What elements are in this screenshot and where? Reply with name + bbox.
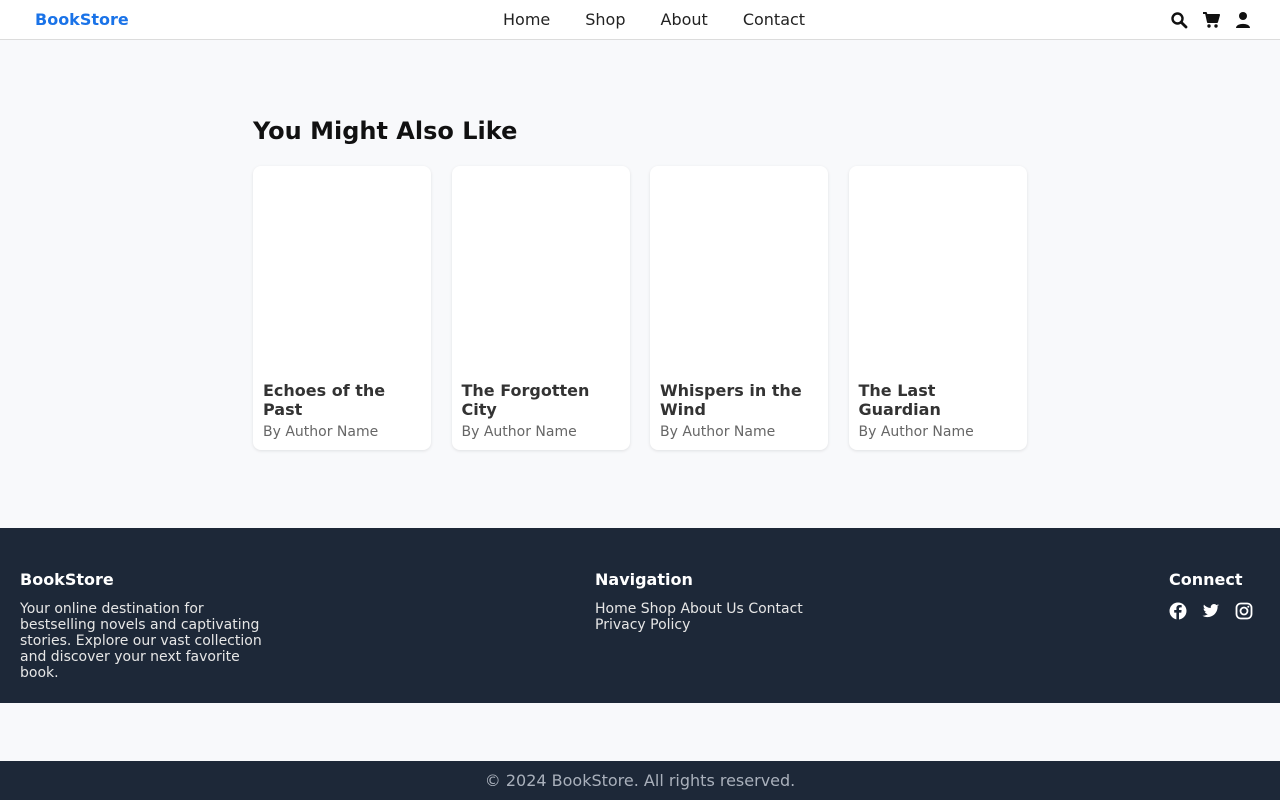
book-card[interactable]: The Last Guardian By Author Name [848, 166, 1027, 450]
book-author: By Author Name [858, 424, 974, 440]
main-nav: Home Shop About Contact [503, 10, 805, 29]
site-header: BookStore Home Shop About Contact [0, 0, 1280, 40]
footer-connect: Connect [1169, 570, 1268, 620]
footer-link-home[interactable]: Home [595, 601, 636, 617]
facebook-icon[interactable] [1169, 602, 1187, 620]
book-cover [253, 166, 431, 372]
twitter-icon[interactable] [1202, 602, 1220, 620]
instagram-icon[interactable] [1235, 602, 1253, 620]
search-icon[interactable] [1170, 11, 1188, 29]
copyright-text: © 2024 BookStore. All rights reserved. [484, 771, 796, 790]
footer-nav-heading: Navigation [595, 570, 693, 589]
book-cover [849, 166, 1027, 372]
book-card[interactable]: Whispers in the Wind By Author Name [650, 166, 828, 450]
footer-link-contact[interactable]: Contact [748, 601, 802, 617]
footer-link-shop[interactable]: Shop [641, 601, 676, 617]
site-footer: BookStore Your online destination for be… [0, 528, 1280, 703]
nav-home[interactable]: Home [503, 10, 550, 29]
book-card[interactable]: The Forgotten City By Author Name [451, 166, 630, 450]
book-card[interactable]: Echoes of the Past By Author Name [253, 166, 431, 450]
footer-about-text: Your online destination for bestselling … [20, 601, 262, 681]
book-cover [452, 166, 630, 372]
footer-navigation: Navigation Home Shop About Us Contact Pr… [595, 570, 815, 633]
footer-nav-links: Home Shop About Us Contact Privacy Polic… [595, 601, 815, 633]
nav-shop[interactable]: Shop [585, 10, 625, 29]
book-title: Whispers in the Wind [660, 381, 802, 419]
nav-contact[interactable]: Contact [743, 10, 805, 29]
book-title: Echoes of the Past [263, 381, 386, 419]
footer-link-about[interactable]: About Us [680, 601, 743, 617]
copyright-bar: © 2024 BookStore. All rights reserved. [0, 761, 1280, 800]
section-title: You Might Also Like [253, 117, 518, 145]
footer-about: BookStore Your online destination for be… [20, 570, 270, 681]
user-icon[interactable] [1234, 11, 1252, 29]
social-links [1169, 602, 1268, 620]
book-author: By Author Name [461, 424, 577, 440]
logo[interactable]: BookStore [35, 10, 129, 29]
book-cover [650, 166, 828, 372]
footer-about-heading: BookStore [20, 570, 114, 589]
cart-icon[interactable] [1202, 11, 1220, 29]
footer-connect-heading: Connect [1169, 570, 1243, 589]
book-author: By Author Name [660, 424, 776, 440]
book-title: The Last Guardian [858, 381, 941, 419]
footer-link-privacy[interactable]: Privacy Policy [595, 617, 690, 633]
book-title: The Forgotten City [461, 381, 590, 419]
book-author: By Author Name [263, 424, 379, 440]
nav-about[interactable]: About [661, 10, 708, 29]
book-list: Echoes of the Past By Author Name The Fo… [253, 166, 1027, 450]
header-icons [1156, 11, 1252, 29]
